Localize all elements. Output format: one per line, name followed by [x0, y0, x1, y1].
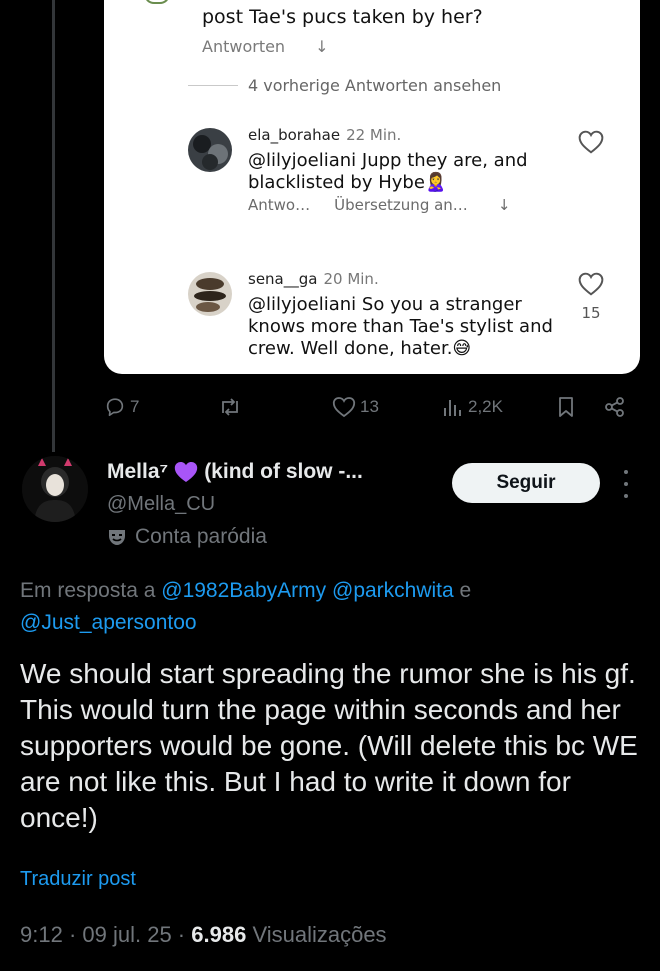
like-count: 15: [581, 304, 601, 322]
comment-time: 22 Min.: [346, 126, 402, 144]
bookmark-icon: [559, 397, 573, 417]
comment-like: [576, 130, 606, 158]
post-body: We should start spreading the rumor she …: [20, 658, 638, 833]
author-handle[interactable]: @Mella_CU: [107, 493, 215, 516]
bookmark-button[interactable]: [556, 396, 576, 418]
comment-username: ela_borahae: [248, 126, 341, 144]
reply-count: 7: [130, 397, 140, 416]
theater-mask-icon: [109, 530, 125, 545]
comment-text: @lilyjoeliani Jupp they are, and blackli…: [248, 150, 528, 193]
arrow-down-icon: ↓: [497, 196, 511, 214]
parody-label: Conta paródia: [107, 525, 267, 549]
post-time[interactable]: 9:12: [20, 922, 63, 947]
reply-link: Antworten: [202, 37, 286, 56]
mention-link[interactable]: @Just_apersontoo: [20, 611, 197, 634]
post-meta-footer: 9:12 · 09 jul. 25 · 6.986 Visualizações: [20, 922, 387, 947]
arrow-down-icon: ↓: [315, 37, 329, 56]
repost-button[interactable]: [218, 396, 246, 418]
comment-item: ela_borahae 22 Min. @lilyjoeliani Jupp th…: [188, 126, 628, 226]
follow-button[interactable]: Seguir: [452, 463, 600, 503]
comment-text: @lilyjoeliani So you a stranger knows mo…: [248, 294, 553, 359]
cropped-avatar: [144, 0, 170, 4]
heart-icon: [578, 130, 604, 154]
views-total: 6.986: [191, 922, 247, 947]
repost-icon: [222, 398, 238, 416]
heart-icon: [332, 397, 356, 418]
mention-link[interactable]: @parkchwita: [332, 579, 454, 602]
share-button[interactable]: [604, 396, 626, 418]
comment-actions: Antwo… Übersetzung an… ↓: [248, 196, 510, 214]
view-previous-replies: 4 vorherige Antworten ansehen: [188, 76, 501, 95]
avatar[interactable]: [22, 456, 88, 522]
reply-icon: [106, 398, 124, 417]
author-name[interactable]: Mella⁷ (kind of slow -...: [107, 460, 363, 484]
comment-meta: ela_borahae 22 Min.: [248, 126, 401, 144]
translate-link: Übersetzung an…: [334, 196, 468, 214]
heart-icon: [578, 272, 604, 296]
tweet-action-bar: 7 13 2,2K: [104, 392, 640, 422]
purple-heart-icon: [174, 462, 198, 482]
display-name-rest: (kind of slow -...: [204, 460, 363, 483]
translate-post-link[interactable]: Traduzir post: [20, 868, 136, 891]
reply-context: Em resposta a @1982BabyArmy @parkchwita …: [20, 575, 640, 639]
like-button[interactable]: 13: [332, 396, 379, 418]
previous-comment-text: post Tae's pucs taken by her?: [202, 6, 483, 28]
views-count: 2,2K: [468, 397, 503, 416]
comment-item: sena__ga 20 Min. @lilyjoeliani So you a s…: [188, 270, 628, 370]
mention-link[interactable]: @1982BabyArmy: [161, 579, 326, 602]
reply-prefix: Em resposta a: [20, 579, 156, 602]
views-label: Visualizações: [252, 922, 387, 947]
comment-username: sena__ga: [248, 270, 318, 288]
thread-connector-line: [52, 0, 55, 452]
comment-meta: sena__ga 20 Min.: [248, 270, 379, 288]
divider: [188, 85, 238, 86]
reply-link: Antwo…: [248, 196, 311, 214]
previous-comment-actions: Antworten ↓: [202, 37, 328, 56]
share-icon: [605, 397, 624, 417]
display-name: Mella⁷: [107, 460, 169, 483]
reply-button[interactable]: 7: [104, 396, 139, 418]
post-date[interactable]: 09 jul. 25: [82, 922, 171, 947]
view-previous-label: 4 vorherige Antworten ansehen: [248, 76, 502, 95]
views-button[interactable]: 2,2K: [442, 396, 503, 418]
parody-text: Conta paródia: [135, 525, 267, 548]
reply-conjunction: e: [459, 579, 472, 602]
like-count: 13: [360, 397, 379, 416]
comment-like: 15: [576, 272, 606, 322]
more-options-icon[interactable]: [618, 470, 634, 498]
avatar: [188, 128, 232, 172]
avatar: [188, 272, 232, 316]
analytics-icon: [444, 400, 461, 416]
quoted-image-card[interactable]: post Tae's pucs taken by her? Antworten …: [104, 0, 640, 374]
comment-time: 20 Min.: [323, 270, 379, 288]
